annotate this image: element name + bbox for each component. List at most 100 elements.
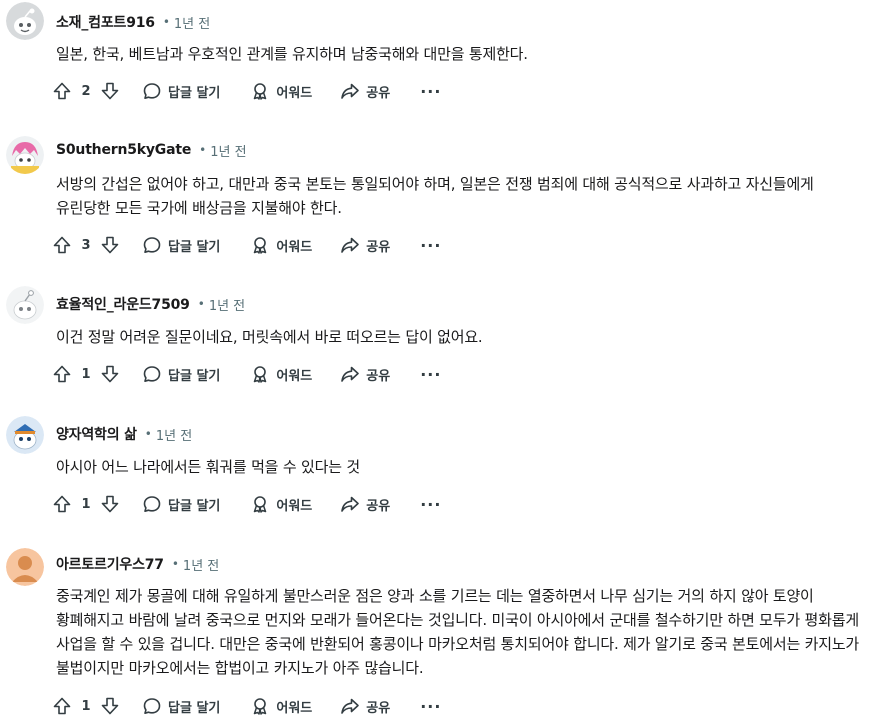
comment-text: 서방의 간섭은 없어야 하고, 대만과 중국 본토는 통일되어야 하며, 일본은…	[56, 175, 814, 217]
avatar[interactable]	[6, 136, 44, 174]
share-button[interactable]: 공유	[332, 229, 398, 261]
award-icon	[254, 496, 267, 513]
comment-actions: 3 답글 달기 어워드 공유 ···	[48, 229, 453, 261]
award-label: 어워드	[276, 498, 313, 514]
timestamp[interactable]: 1년 전	[156, 425, 192, 444]
reply-button[interactable]: 답글 달기	[134, 75, 228, 107]
username[interactable]: 효율적인_라운드7509	[56, 294, 190, 314]
avatar[interactable]	[6, 416, 44, 454]
downvote-button[interactable]	[96, 229, 124, 261]
comment-text: 중국계인 제가 몽골에 대해 유일하게 불만스러운 점은 양과 소를 기르는 데…	[56, 587, 860, 677]
separator-dot: •	[197, 297, 205, 311]
more-options-button[interactable]: ···	[408, 75, 453, 107]
comment-bubble-icon	[143, 698, 161, 714]
award-icon	[254, 83, 267, 100]
upvote-button[interactable]	[48, 358, 76, 390]
vote-score: 1	[81, 496, 91, 512]
reply-label: 답글 달기	[168, 498, 221, 514]
timestamp[interactable]: 1년 전	[183, 555, 219, 574]
award-label: 어워드	[276, 85, 313, 101]
more-options-icon: ···	[420, 81, 442, 101]
comment-bubble-icon	[143, 496, 161, 512]
separator-dot: •	[171, 557, 179, 571]
reply-button[interactable]: 답글 달기	[134, 690, 228, 722]
comment-actions: 1 답글 달기 어워드 공유 ···	[48, 358, 453, 390]
downvote-button[interactable]	[96, 358, 124, 390]
award-button[interactable]: 어워드	[242, 229, 320, 261]
upvote-button[interactable]	[48, 75, 76, 107]
vote-score: 3	[81, 237, 91, 253]
comment-text: 아시아 어느 나라에서든 훠궈를 먹을 수 있다는 것	[56, 458, 360, 476]
avatar[interactable]	[6, 286, 44, 324]
timestamp[interactable]: 1년 전	[209, 295, 245, 314]
comment-bubble-icon	[143, 366, 161, 382]
award-button[interactable]: 어워드	[242, 358, 320, 390]
comment-text: 이건 정말 어려운 질문이네요, 머릿속에서 바로 떠오르는 답이 없어요.	[56, 328, 483, 346]
reply-button[interactable]: 답글 달기	[134, 358, 228, 390]
timestamp[interactable]: 1년 전	[174, 13, 210, 32]
downvote-icon	[101, 365, 119, 383]
share-icon	[341, 366, 360, 382]
downvote-button[interactable]	[96, 488, 124, 520]
award-label: 어워드	[276, 368, 313, 384]
comment-meta: S0uthern5kyGate • 1년 전	[56, 140, 247, 160]
upvote-button[interactable]	[48, 229, 76, 261]
username[interactable]: S0uthern5kyGate	[56, 142, 191, 158]
comment-bubble-icon	[143, 83, 161, 99]
share-label: 공유	[366, 368, 391, 384]
upvote-icon	[53, 365, 71, 383]
more-options-icon: ···	[420, 696, 442, 716]
comment-meta: 효율적인_라운드7509 • 1년 전	[56, 294, 245, 314]
award-label: 어워드	[276, 700, 313, 716]
award-label: 어워드	[276, 239, 313, 255]
downvote-icon	[101, 495, 119, 513]
comment-bubble-icon	[143, 237, 161, 253]
avatar[interactable]	[6, 548, 44, 586]
more-options-button[interactable]: ···	[408, 358, 453, 390]
more-options-button[interactable]: ···	[408, 690, 453, 722]
share-icon	[341, 698, 360, 714]
award-icon	[254, 698, 267, 715]
award-button[interactable]: 어워드	[242, 488, 320, 520]
share-button[interactable]: 공유	[332, 690, 398, 722]
comment-actions: 2 답글 달기 어워드 공유 ···	[48, 75, 453, 107]
share-label: 공유	[366, 498, 391, 514]
reply-label: 답글 달기	[168, 368, 221, 384]
more-options-icon: ···	[420, 364, 442, 384]
reply-label: 답글 달기	[168, 239, 221, 255]
separator-dot: •	[199, 143, 207, 157]
comment-actions: 1 답글 달기 어워드 공유 ···	[48, 488, 453, 520]
separator-dot: •	[144, 427, 152, 441]
share-label: 공유	[366, 700, 391, 716]
award-button[interactable]: 어워드	[242, 75, 320, 107]
upvote-button[interactable]	[48, 488, 76, 520]
upvote-icon	[53, 495, 71, 513]
share-label: 공유	[366, 239, 391, 255]
vote-score: 1	[81, 698, 91, 714]
avatar[interactable]	[6, 2, 44, 40]
more-options-button[interactable]: ···	[408, 229, 453, 261]
downvote-icon	[101, 236, 119, 254]
reply-button[interactable]: 답글 달기	[134, 488, 228, 520]
upvote-button[interactable]	[48, 690, 76, 722]
share-icon	[341, 237, 360, 253]
share-icon	[341, 496, 360, 512]
timestamp[interactable]: 1년 전	[210, 141, 246, 160]
share-button[interactable]: 공유	[332, 75, 398, 107]
share-button[interactable]: 공유	[332, 488, 398, 520]
award-button[interactable]: 어워드	[242, 690, 320, 722]
more-options-icon: ···	[420, 494, 442, 514]
award-icon	[254, 366, 267, 383]
reply-button[interactable]: 답글 달기	[134, 229, 228, 261]
share-icon	[341, 83, 360, 99]
comment-meta: 양자역학의 삶 • 1년 전	[56, 424, 192, 444]
more-options-button[interactable]: ···	[408, 488, 453, 520]
reply-label: 답글 달기	[168, 85, 221, 101]
reply-label: 답글 달기	[168, 700, 221, 716]
downvote-button[interactable]	[96, 690, 124, 722]
username[interactable]: 아르토르기우스77	[56, 554, 164, 574]
downvote-button[interactable]	[96, 75, 124, 107]
username[interactable]: 소재_컴포트916	[56, 12, 155, 32]
username[interactable]: 양자역학의 삶	[56, 424, 137, 444]
share-button[interactable]: 공유	[332, 358, 398, 390]
